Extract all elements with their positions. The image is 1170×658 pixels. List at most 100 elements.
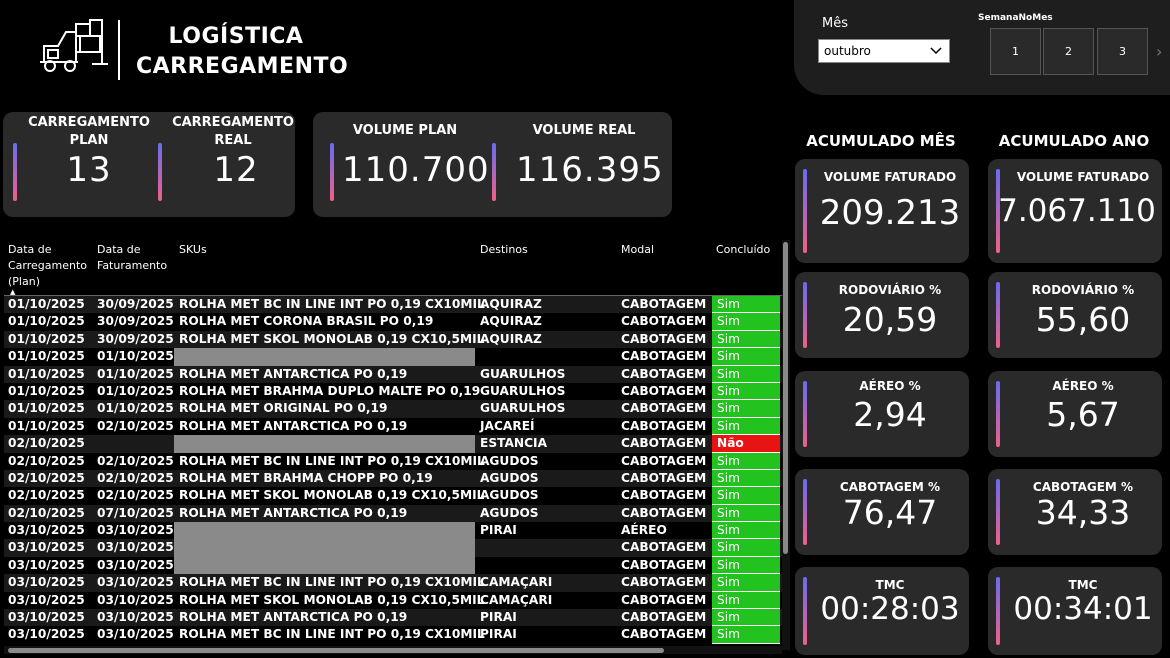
carregamento-table: Data de Carregamento (Plan) Data de Fatu… [4,240,790,654]
cell-sku: ROLHA MET BC IN LINE INT PO 0,19 CX10MIL [179,575,485,590]
column-header-skus[interactable]: SKUs [179,242,207,258]
kpi-gradient-bar [803,577,807,645]
table-row[interactable]: 02/10/2025 07/10/2025 ROLHA MET ANTARCTICA… [4,504,782,523]
cell-sku: ROLHA MET BC IN LINE INT PO 0,19 CX10MIL [179,453,485,468]
semana-button-2[interactable]: 2 [1043,28,1094,75]
column-header-concluido[interactable]: Concluído [716,242,770,258]
cell-data-faturamento: 01/10/2025 [97,349,174,364]
table-row[interactable]: 03/10/2025 03/10/2025 PIRAI AÉREO Sim [4,522,782,540]
cell-data-faturamento: 03/10/2025 [97,557,174,572]
cell-data-carregamento: 02/10/2025 [8,453,85,468]
cell-data-faturamento: 03/10/2025 [97,610,174,625]
logo-separator [118,20,120,80]
cell-data-carregamento: 01/10/2025 [8,297,85,311]
title-line-2: CARREGAMENTO [136,54,349,79]
cell-modal: CABOTAGEM [621,505,707,520]
cell-data-faturamento: 03/10/2025 [97,592,174,607]
mes-dropdown[interactable]: outubro [818,39,950,63]
chevron-down-icon [930,47,942,55]
kpi-gradient-bar [996,479,1000,545]
table-row[interactable]: 03/10/2025 03/10/2025 CABOTAGEM Sim [4,556,782,575]
table-row[interactable]: 01/10/2025 01/10/2025 ROLHA MET BRAHMA DUP… [4,382,782,401]
mes-tmc-card: TMC 00:28:03 [795,567,969,655]
cell-sku: ROLHA MET ANTARCTICA PO 0,19 [179,418,408,433]
card-value: 76,47 [842,493,938,532]
table-row[interactable]: 01/10/2025 30/09/2025 ROLHA MET BC IN LINE… [4,296,782,314]
table-row[interactable]: 03/10/2025 03/10/2025 ROLHA MET BC IN LINE… [4,574,782,592]
cell-data-faturamento: 03/10/2025 [97,627,174,642]
cell-data-carregamento: 01/10/2025 [8,349,85,364]
table-row[interactable]: 02/10/2025 ESTANCIA CABOTAGEM Não [4,435,782,453]
card-value: 55,60 [1035,300,1131,339]
cell-sku: ROLHA MET ORIGINAL PO 0,19 [179,401,388,416]
column-header-data-faturamento[interactable]: Data de Faturamento [97,242,173,274]
cell-concluido: Sim [712,313,780,331]
cell-destino: PIRAI [480,627,517,642]
carregamento-plan-label: CARREGAMENTO PLAN [28,115,150,148]
cell-data-carregamento: 03/10/2025 [8,540,85,555]
table-row[interactable]: 01/10/2025 30/09/2025 ROLHA MET CORONA BRA… [4,313,782,331]
card-value: 2,94 [853,395,927,434]
card-value: 20,59 [842,300,938,339]
cell-data-carregamento: 02/10/2025 [8,505,85,520]
card-label: VOLUME FATURADO [823,170,957,184]
table-row[interactable]: 02/10/2025 02/10/2025 ROLHA MET BRAHMA CHO… [4,469,782,488]
cell-sku: ROLHA MET ANTARCTICA PO 0,19 [179,505,408,520]
cell-data-faturamento: 30/09/2025 [97,331,174,346]
chevron-right-icon[interactable]: › [1156,42,1162,61]
column-header-destinos[interactable]: Destinos [480,242,528,258]
table-row[interactable]: 01/10/2025 01/10/2025 ROLHA MET ORIGINAL P… [4,400,782,418]
table-body: 01/10/2025 30/09/2025 ROLHA MET BC IN LINE… [4,296,782,644]
cell-concluido: Sim [712,330,780,349]
cell-data-carregamento: 01/10/2025 [8,401,85,416]
table-row[interactable]: 03/10/2025 03/10/2025 CABOTAGEM Sim [4,539,782,557]
table-row[interactable]: 01/10/2025 01/10/2025 CABOTAGEM Sim [4,348,782,366]
mes-cabotagem-card: CABOTAGEM % 76,47 [795,469,969,555]
table-row[interactable]: 01/10/2025 01/10/2025 ROLHA MET ANTARCTICA… [4,365,782,383]
vertical-scrollbar-thumb[interactable] [783,242,788,554]
cell-destino: PIRAI [480,523,517,538]
cell-modal: CABOTAGEM [621,557,707,572]
table-row[interactable]: 01/10/2025 02/10/2025 ROLHA MET ANTARCTICA… [4,417,782,436]
cell-sku: ROLHA MET BC IN LINE INT PO 0,19 CX10MIL [179,627,485,642]
ano-cabotagem-card: CABOTAGEM % 34,33 [988,469,1162,555]
kpi-gradient-bar [330,143,334,201]
cell-destino: ESTANCIA [480,436,548,451]
cell-modal: CABOTAGEM [621,436,707,451]
column-header-data-carregamento[interactable]: Data de Carregamento (Plan) [8,242,94,290]
horizontal-scrollbar-thumb[interactable] [8,648,664,653]
cell-modal: CABOTAGEM [621,540,707,555]
cell-concluido: Sim [712,382,780,401]
cell-data-carregamento: 01/10/2025 [8,331,85,346]
cell-modal: CABOTAGEM [621,383,707,398]
volume-plan-label: VOLUME PLAN [352,123,458,138]
sku-empty-cell [174,435,475,453]
carregamento-real-label: CARREGAMENTO REAL [172,115,294,148]
card-label: AÉREO % [1052,379,1114,393]
cell-sku: ROLHA MET ANTARCTICA PO 0,19 [179,610,408,625]
kpi-gradient-bar [803,479,807,545]
table-row[interactable]: 03/10/2025 03/10/2025 ROLHA MET ANTARCTICA… [4,609,782,627]
cell-destino: AGUDOS [480,505,539,520]
acumulado-ano-heading: ACUMULADO ANO [998,132,1150,150]
kpi-gradient-bar [996,381,1000,447]
cell-concluido: Sim [712,487,780,505]
table-row[interactable]: 01/10/2025 30/09/2025 ROLHA MET SKOL MONOL… [4,330,782,349]
cell-data-faturamento: 03/10/2025 [97,575,174,590]
forklift-icon [40,19,108,72]
cell-sku: ROLHA MET BC IN LINE INT PO 0,19 CX10MIL [179,297,485,311]
cell-modal: CABOTAGEM [621,418,707,433]
sku-empty-cell [174,522,475,540]
table-row[interactable]: 03/10/2025 03/10/2025 ROLHA MET BC IN LINE… [4,626,782,644]
table-row[interactable]: 02/10/2025 02/10/2025 ROLHA MET BC IN LINE… [4,452,782,470]
cell-concluido: Sim [712,417,780,436]
column-header-modal[interactable]: Modal [621,242,654,258]
cell-concluido: Sim [712,469,780,488]
semana-button-1[interactable]: 1 [990,28,1041,75]
semana-button-3[interactable]: 3 [1097,28,1148,75]
table-row[interactable]: 02/10/2025 02/10/2025 ROLHA MET SKOL MONOL… [4,487,782,505]
cell-concluido: Sim [712,539,780,557]
kpi-gradient-bar [492,143,496,201]
table-row[interactable]: 03/10/2025 03/10/2025 ROLHA MET SKOL MONOL… [4,591,782,610]
carregamento-plan-value: 13 [66,150,112,190]
